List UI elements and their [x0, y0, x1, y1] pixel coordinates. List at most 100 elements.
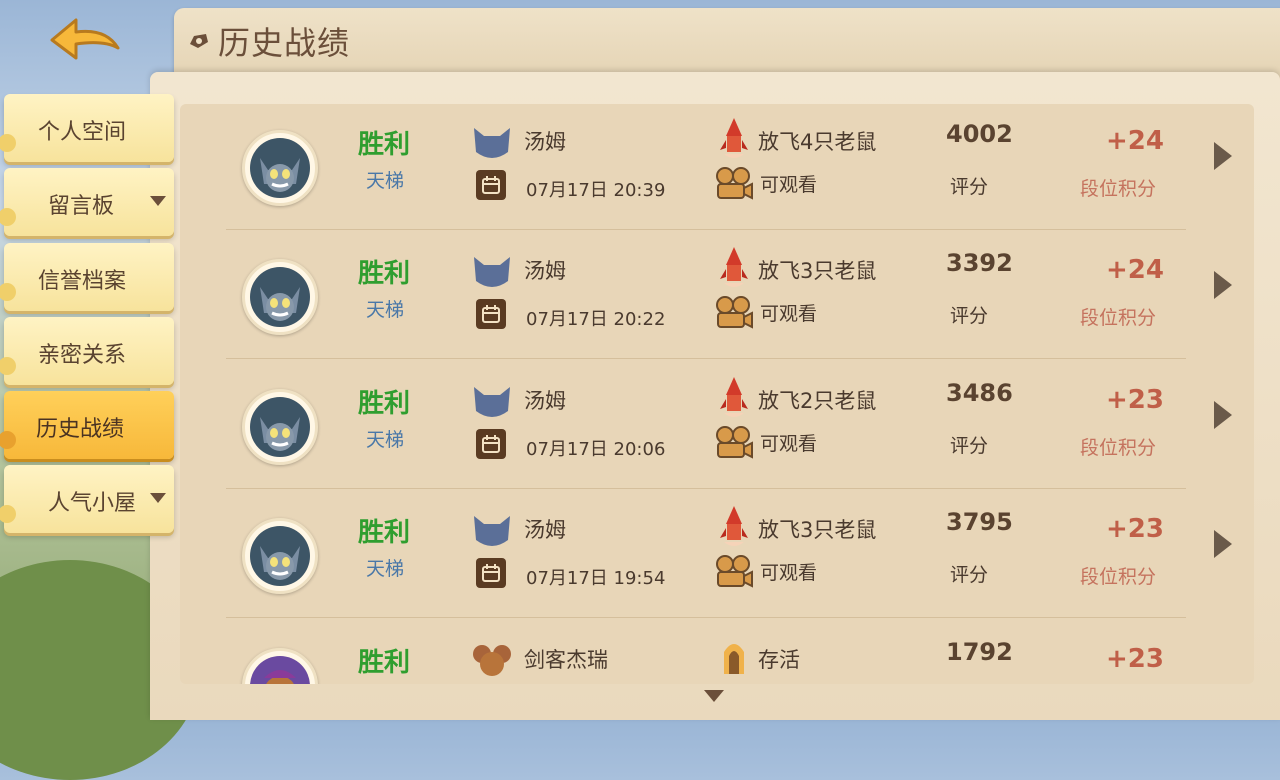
- replay-camera-icon[interactable]: [714, 554, 754, 590]
- score-label: 评分: [950, 564, 989, 586]
- match-score: 3486: [946, 379, 1013, 407]
- chevron-right-icon[interactable]: [1214, 401, 1232, 429]
- rank-points-label: 段位积分: [1080, 307, 1157, 329]
- sidebar-item-label: 人气小屋: [48, 491, 137, 516]
- tom-cat-icon: [474, 387, 510, 417]
- record-icon: [190, 34, 208, 48]
- replay-camera-icon[interactable]: [714, 425, 754, 461]
- sidebar-item-4[interactable]: 历史战绩: [0, 391, 174, 459]
- tom-portrait-icon: [260, 158, 300, 192]
- tom-portrait-icon: [260, 546, 300, 580]
- rank-points-delta: +24: [1106, 255, 1164, 285]
- player-avatar: [242, 518, 318, 594]
- score-label: 评分: [950, 305, 989, 327]
- calendar-icon: [476, 429, 506, 459]
- sidebar-item-label: 亲密关系: [38, 343, 127, 368]
- rocket-icon: [720, 247, 748, 287]
- character-name: 汤姆: [524, 259, 566, 283]
- decor-dot: [0, 505, 16, 523]
- match-score: 3392: [946, 249, 1013, 277]
- tom-cat-icon: [474, 128, 510, 158]
- match-stat: 放飞4只老鼠: [758, 130, 877, 154]
- character-name: 汤姆: [524, 518, 566, 542]
- character-name: 汤姆: [524, 130, 566, 154]
- match-stat: 放飞3只老鼠: [758, 518, 877, 542]
- rank-points-delta: +23: [1106, 385, 1164, 415]
- jerry-mouse-icon: [473, 645, 511, 676]
- tom-cat-icon: [474, 516, 510, 546]
- replay-camera-icon[interactable]: [714, 166, 754, 202]
- character-name: 剑客杰瑞: [524, 648, 608, 672]
- rocket-icon: [720, 506, 748, 546]
- match-result: 胜利: [358, 130, 411, 160]
- match-stat: 放飞3只老鼠: [758, 259, 877, 283]
- match-row[interactable]: 胜利 天梯 汤姆 07月17日 20:39 放飞4只老鼠 可观看 4002 评分…: [220, 100, 1232, 228]
- rank-points-delta: +23: [1106, 644, 1164, 674]
- calendar-icon: [476, 299, 506, 329]
- player-avatar: [242, 259, 318, 335]
- match-result: 胜利: [358, 518, 411, 548]
- rank-points-label: 段位积分: [1080, 437, 1157, 459]
- rocket-icon: [720, 118, 748, 158]
- player-avatar: [242, 389, 318, 465]
- chevron-right-icon[interactable]: [1214, 530, 1232, 558]
- match-stat: 存活: [758, 648, 800, 672]
- page-title: 历史战绩: [218, 24, 351, 62]
- replay-status[interactable]: 可观看: [760, 429, 817, 456]
- rank-points-delta: +23: [1106, 514, 1164, 544]
- sidebar-item-1[interactable]: 留言板: [0, 168, 174, 236]
- tom-portrait-icon: [260, 417, 300, 451]
- sidebar-item-0[interactable]: 个人空间: [0, 94, 174, 162]
- match-score: 3795: [946, 508, 1013, 536]
- match-row[interactable]: 胜利 天梯 汤姆 07月17日 20:06 放飞2只老鼠 可观看 3486 评分…: [220, 359, 1232, 487]
- chevron-down-icon[interactable]: [150, 493, 166, 503]
- rank-points-delta: +24: [1106, 126, 1164, 156]
- match-score: 1792: [946, 638, 1013, 666]
- score-label: 评分: [950, 176, 989, 198]
- match-row[interactable]: 胜利 天梯 汤姆 07月17日 20:22 放飞3只老鼠 可观看 3392 评分…: [220, 229, 1232, 357]
- back-arrow-icon[interactable]: [46, 14, 124, 66]
- match-mode: 天梯: [366, 299, 405, 321]
- scroll-down-icon[interactable]: [704, 690, 724, 702]
- character-name: 汤姆: [524, 389, 566, 413]
- chevron-right-icon[interactable]: [1214, 142, 1232, 170]
- calendar-icon: [476, 558, 506, 588]
- match-result: 胜利: [358, 389, 411, 419]
- match-row[interactable]: 胜利 天梯 汤姆 07月17日 19:54 放飞3只老鼠 可观看 3795 评分…: [220, 488, 1232, 616]
- decor-dot: [0, 134, 16, 152]
- sidebar-item-2[interactable]: 信誉档案: [0, 243, 174, 311]
- match-date: 07月17日 20:39: [526, 180, 666, 201]
- sidebar-item-label: 个人空间: [38, 120, 127, 145]
- replay-status[interactable]: 可观看: [760, 299, 817, 326]
- rank-points-label: 段位积分: [1080, 566, 1157, 588]
- match-mode: 天梯: [366, 170, 405, 192]
- match-date: 07月17日 19:54: [526, 568, 666, 589]
- match-date: 07月17日 20:22: [526, 309, 666, 330]
- match-mode: 天梯: [366, 558, 405, 580]
- replay-status[interactable]: 可观看: [760, 170, 817, 197]
- match-row[interactable]: 胜利 剑客杰瑞 存活 1792 +23: [220, 618, 1190, 684]
- match-mode: 天梯: [366, 429, 405, 451]
- tom-cat-icon: [474, 257, 510, 287]
- match-score: 4002: [946, 120, 1013, 148]
- match-date: 07月17日 20:06: [526, 439, 666, 460]
- replay-camera-icon[interactable]: [714, 295, 754, 331]
- replay-status[interactable]: 可观看: [760, 558, 817, 585]
- match-stat: 放飞2只老鼠: [758, 389, 877, 413]
- chevron-right-icon[interactable]: [1214, 271, 1232, 299]
- decor-dot: [0, 431, 16, 449]
- sidebar-item-5[interactable]: 人气小屋: [0, 465, 174, 533]
- jerry-portrait-icon: [264, 670, 296, 684]
- match-result: 胜利: [358, 259, 411, 289]
- decor-dot: [0, 283, 16, 301]
- calendar-icon: [476, 170, 506, 200]
- survive-icon: [724, 644, 744, 674]
- sidebar-item-3[interactable]: 亲密关系: [0, 317, 174, 385]
- tom-portrait-icon: [260, 287, 300, 321]
- player-avatar: [242, 130, 318, 206]
- match-result: 胜利: [358, 648, 411, 678]
- chevron-down-icon[interactable]: [150, 196, 166, 206]
- sidebar-item-label: 历史战绩: [36, 417, 125, 442]
- score-label: 评分: [950, 435, 989, 457]
- decor-dot: [0, 208, 16, 226]
